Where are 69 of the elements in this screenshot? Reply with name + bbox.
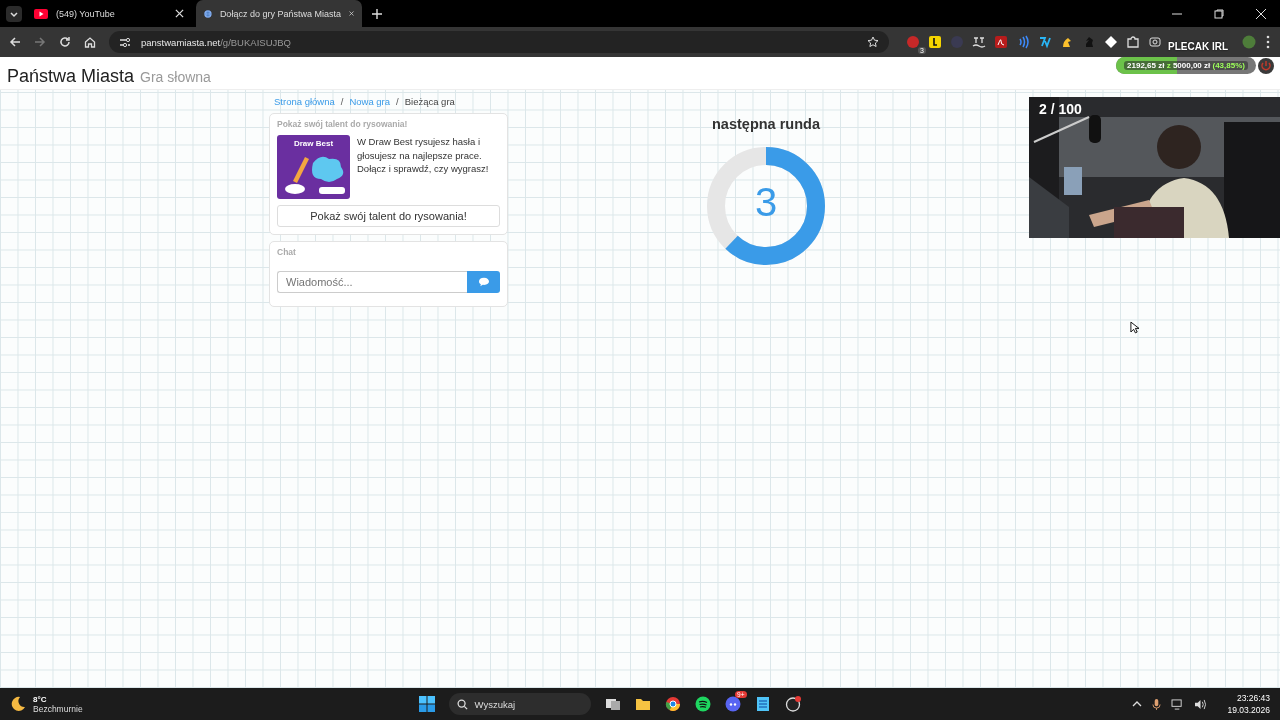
extension-icon[interactable] [1148,35,1162,49]
chevron-up-icon[interactable] [1132,699,1143,709]
recorder-icon[interactable] [784,696,801,712]
forward-arrow-icon[interactable] [34,36,46,48]
chat-app-icon[interactable] [724,696,741,712]
breadcrumb-separator: / [396,96,399,107]
site-subtitle: Gra słowna [140,69,211,85]
puzzle-icon[interactable] [1126,35,1140,49]
countdown-number: 3 [753,180,779,225]
home-icon[interactable] [84,36,96,48]
speaker-icon[interactable] [1194,698,1208,710]
extension-icon[interactable] [972,35,986,49]
speech-bubble-icon [477,277,490,287]
clock-date: 19.03.2026 [1227,705,1270,715]
browser-icon[interactable] [664,696,681,712]
moon-icon [10,696,26,712]
breadcrumb-separator: / [340,96,344,107]
start-icon[interactable] [418,696,435,712]
browser-tab[interactable]: (549) YouTube [26,0,192,27]
send-button[interactable] [467,271,500,293]
tab-title: Dołącz do gry Państwa Miasta [219,8,341,19]
banner-title: Draw Best [293,139,334,148]
panel-heading: Pokaż swój talent do rysowania! [277,119,409,129]
countdown-title: następna runda [712,116,820,132]
browser-tab[interactable]: Dołącz do gry Państwa Miasta [196,0,362,27]
restore-icon[interactable] [1214,8,1224,19]
promo-description: W Draw Best rysujesz hasła i głosujesz na najlepsze prace. Dołącz i sprawdź, czy wygrasz! [357,135,490,176]
tab-title: (549) YouTube [56,8,116,19]
site-title[interactable]: Państwa Miasta [7,66,135,87]
search-placeholder: Wyszukaj [474,698,516,710]
video-play-icon [34,8,48,19]
extension-icon[interactable] [1038,35,1052,49]
breadcrumb-current: Bieżąca gra [404,96,455,107]
pdf-icon[interactable] [994,35,1008,49]
horse-icon[interactable] [1060,35,1074,49]
reload-icon[interactable] [59,36,71,48]
goal-amount: 2192,65 zł z 5000,00 zł (43,85%) [1124,61,1248,70]
message-input[interactable]: Wiadomość... [277,271,467,293]
address-bar[interactable]: panstwamiasta.net/g/BUKAISUJBQ [109,31,889,53]
signal-waves-icon[interactable] [1016,35,1030,49]
star-icon[interactable] [867,36,879,48]
music-app-icon[interactable] [694,696,711,712]
close-icon[interactable] [175,9,184,18]
microphone-icon[interactable] [1152,697,1162,711]
notepad-icon[interactable] [754,696,771,712]
new-tab-icon[interactable] [372,8,382,19]
url-text: panstwamiasta.net/g/BUKAISUJBQ [141,36,291,48]
folder-icon[interactable] [634,696,651,712]
avatar-icon[interactable] [1242,35,1256,49]
network-icon[interactable] [1171,698,1185,710]
close-icon[interactable] [1256,8,1266,19]
extension-icon[interactable] [928,35,942,49]
menu-icon[interactable] [1266,35,1270,49]
temperature: 8°C [33,694,48,704]
extension-icon[interactable] [1104,35,1118,49]
search-icon [456,698,468,710]
taskbar-search[interactable]: Wyszukaj [448,693,591,715]
panel-heading: Chat [277,247,297,257]
clock-time: 23:26:43 [1236,693,1270,703]
tab-search-button[interactable] [6,5,22,22]
mouse-cursor-icon [1130,321,1139,334]
promo-button[interactable]: Pokaż swój talent do rysowania! [277,205,500,227]
site-settings-icon [119,36,131,48]
task-view-icon[interactable] [604,696,621,712]
game-banner[interactable]: Draw Best [277,135,350,199]
weather-condition: Bezchmurnie [33,703,83,714]
back-arrow-icon[interactable] [9,36,21,48]
goal-title: PLECAK IRL [1168,41,1228,52]
round-counter: 2 / 100 [1039,101,1082,117]
